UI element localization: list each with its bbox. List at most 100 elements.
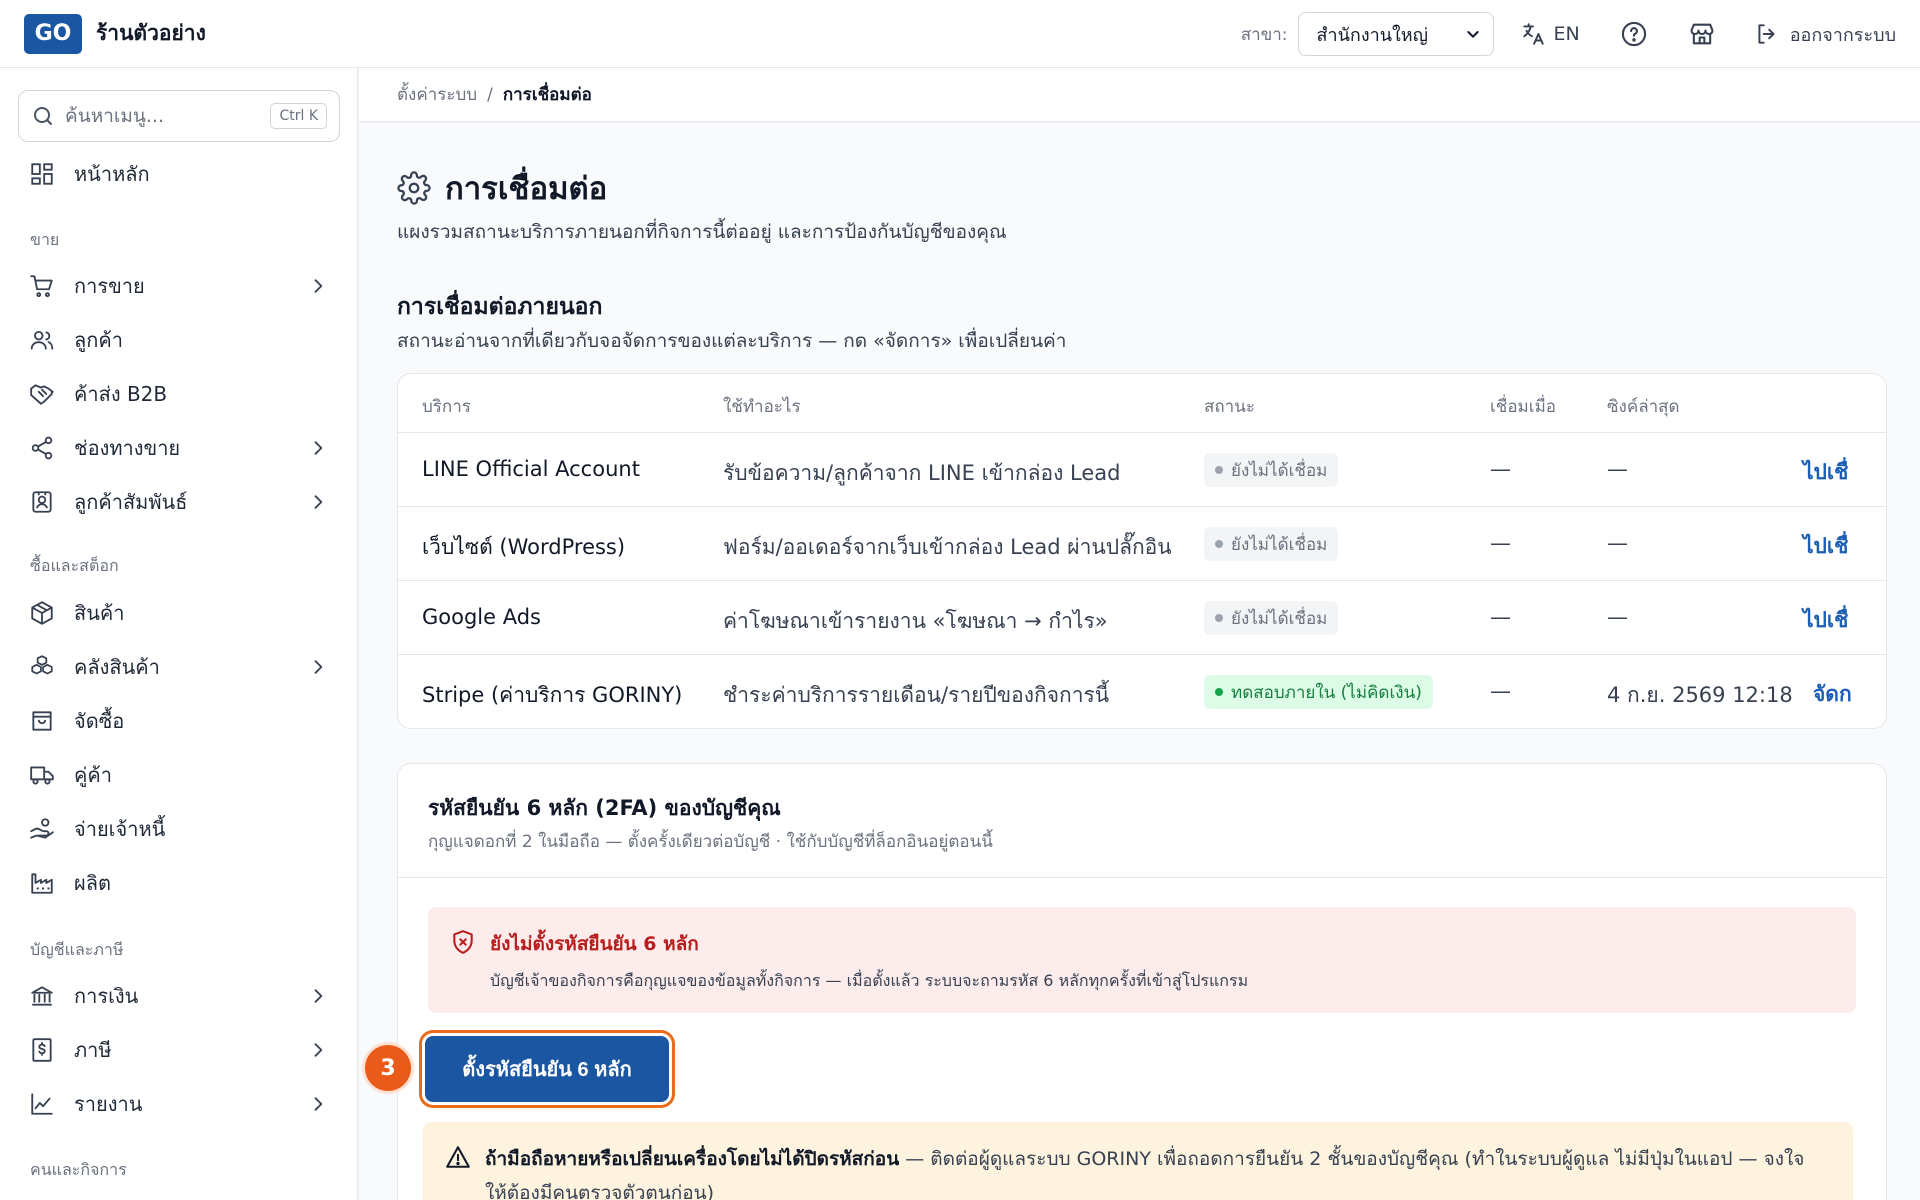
status-badge: ยังไม่ได้เชื่อม (1204, 601, 1339, 635)
truck-icon (28, 761, 56, 789)
status-text: ยังไม่ได้เชื่อม (1231, 534, 1328, 555)
sidebar-item-label: คลังสินค้า (74, 655, 160, 679)
table-row: Stripe (ค่าบริการ GORINY) ชำระค่าบริการร… (398, 655, 1886, 728)
status-text: ทดสอบภายใน (ไม่คิดเงิน) (1231, 682, 1422, 703)
last-synced: — (1607, 605, 1628, 629)
step-marker: 3 (365, 1045, 411, 1091)
sidebar-item-vendors[interactable]: คู่ค้า (28, 755, 328, 795)
sidebar-item-label: ลูกค้าสัมพันธ์ (74, 490, 188, 514)
branch-select[interactable]: สำนักงานใหญ่ (1297, 12, 1494, 56)
share-icon (28, 434, 56, 462)
divider (398, 877, 1886, 878)
sidebar-section-purchasing: ซื้อและสต็อก (30, 556, 119, 575)
lost-device-alert: ถ้ามือถือหายหรือเปลี่ยนเครื่องโดยไม่ได้ป… (423, 1122, 1853, 1200)
status-text: ยังไม่ได้เชื่อม (1231, 460, 1328, 481)
cart-icon (28, 272, 56, 300)
status-dot (1215, 466, 1223, 474)
gear-icon (397, 171, 431, 205)
alert-emphasis: ถ้ามือถือหายหรือเปลี่ยนเครื่องโดยไม่ได้ป… (485, 1148, 900, 1170)
translate-icon (1522, 23, 1544, 45)
sidebar-item-products[interactable]: สินค้า (28, 593, 328, 633)
sidebar-section-people: คนและกิจการ (30, 1160, 127, 1179)
top-right-controls: สาขา: สำนักงานใหญ่ EN ออกจากระบบ (1241, 0, 1896, 68)
contact-card-icon (28, 488, 56, 516)
language-label: EN (1553, 23, 1580, 45)
column-header: ซิงค์ล่าสุด (1607, 397, 1680, 417)
connect-link[interactable]: ไปเชื่ (1803, 456, 1848, 489)
connected-at: — (1490, 605, 1511, 629)
store-button[interactable] (1688, 20, 1716, 48)
sidebar-item-reports[interactable]: รายงาน (28, 1084, 328, 1124)
top-bar: GO ร้านตัวอย่าง สาขา: สำนักงานใหญ่ EN ออ… (0, 0, 1920, 68)
status-badge: ยังไม่ได้เชื่อม (1204, 453, 1339, 487)
status-badge: ทดสอบภายใน (ไม่คิดเงิน) (1204, 675, 1433, 709)
sidebar-item-label: ลูกค้า (74, 328, 123, 352)
sidebar-item-finance[interactable]: การเงิน (28, 976, 328, 1016)
sidebar-item-customers[interactable]: ลูกค้า (28, 320, 328, 360)
integrations-table: บริการ ใช้ทำอะไร สถานะ เชื่อมเมื่อ ซิงค์… (397, 373, 1887, 729)
hand-coins-icon (28, 815, 56, 843)
sidebar-item-crm[interactable]: ลูกค้าสัมพันธ์ (28, 482, 328, 522)
sidebar-item-label: รายงาน (74, 1092, 143, 1116)
breadcrumb-current: การเชื่อมต่อ (502, 85, 592, 105)
service-name: Stripe (ค่าบริการ GORINY) (422, 683, 683, 707)
sidebar-item-inventory[interactable]: คลังสินค้า (28, 647, 328, 687)
sidebar-section-sales: ขาย (30, 230, 60, 249)
manage-link[interactable]: จัดก (1813, 678, 1852, 711)
alert-body: บัญชีเจ้าของกิจการคือกุญแจของข้อมูลทั้งก… (490, 971, 1249, 990)
box-icon (28, 599, 56, 627)
sidebar-item-b2b[interactable]: ค้าส่ง B2B (28, 374, 328, 414)
page-subtitle: แผงรวมสถานะบริการภายนอกที่กิจการนี้ต่ออย… (397, 221, 1007, 243)
sidebar-item-sales[interactable]: การขาย (28, 266, 328, 306)
last-synced: — (1607, 457, 1628, 481)
table-row: Google Ads ค่าโฆษณาเข้ารายงาน «โฆษณา → ก… (398, 581, 1886, 655)
sidebar-item-payables[interactable]: จ่ายเจ้าหนี้ (28, 809, 328, 849)
sidebar-item-home[interactable]: หน้าหลัก (28, 154, 328, 194)
sidebar-item-tax[interactable]: ภาษี (28, 1030, 328, 1070)
setup-2fa-button[interactable]: ตั้งรหัสยืนยัน 6 หลัก (425, 1036, 669, 1102)
shop-name: ร้านตัวอย่าง (96, 21, 206, 45)
chevron-right-icon (314, 279, 323, 293)
chevron-right-icon (314, 1043, 323, 1057)
language-toggle[interactable]: EN (1520, 21, 1580, 47)
service-purpose: ชำระค่าบริการรายเดือน/รายปีของกิจการนี้ (723, 683, 1110, 707)
service-name: LINE Official Account (422, 457, 640, 481)
table-row: LINE Official Account รับข้อความ/ลูกค้าจ… (398, 433, 1886, 507)
shield-x-icon (453, 930, 473, 954)
store-icon (1690, 23, 1714, 45)
help-button[interactable] (1620, 20, 1648, 48)
breadcrumb-parent[interactable]: ตั้งค่าระบบ (397, 81, 477, 108)
boxes-icon (28, 653, 56, 681)
twofa-warning-alert: ยังไม่ตั้งรหัสยืนยัน 6 หลัก บัญชีเจ้าของ… (428, 907, 1856, 1013)
sidebar-item-label: การขาย (74, 274, 145, 298)
chevron-down-icon (1466, 31, 1479, 38)
logout-button[interactable]: ออกจากระบบ (1754, 20, 1896, 49)
sidebar-item-label: ค้าส่ง B2B (74, 382, 168, 406)
page-title: การเชื่อมต่อ (397, 163, 607, 213)
column-header: เชื่อมเมื่อ (1490, 397, 1556, 417)
connect-link[interactable]: ไปเชื่ (1803, 530, 1848, 563)
column-header: สถานะ (1204, 397, 1255, 417)
sidebar: ค้นหาเมนู... Ctrl K หน้าหลัก ขาย การขาย … (0, 68, 358, 1200)
logout-label: ออกจากระบบ (1789, 24, 1896, 46)
sidebar-item-purchasing[interactable]: จัดซื้อ (28, 701, 328, 741)
sidebar-item-label: ผลิต (74, 871, 111, 895)
app-logo[interactable]: GO (24, 13, 82, 54)
connected-at: — (1490, 531, 1511, 555)
service-name: Google Ads (422, 605, 541, 629)
table-row: เว็บไซต์ (WordPress) ฟอร์ม/ออเดอร์จากเว็… (398, 507, 1886, 581)
alert-text: ถ้ามือถือหายหรือเปลี่ยนเครื่องโดยไม่ได้ป… (485, 1142, 1825, 1200)
menu-search[interactable]: ค้นหาเมนู... Ctrl K (18, 90, 340, 142)
sidebar-item-label: จ่ายเจ้าหนี้ (74, 817, 166, 841)
search-input[interactable]: ค้นหาเมนู... (65, 101, 270, 131)
sidebar-item-label: การเงิน (74, 984, 139, 1008)
sidebar-item-manufacturing[interactable]: ผลิต (28, 863, 328, 903)
sidebar-item-channels[interactable]: ช่องทางขาย (28, 428, 328, 468)
sidebar-item-label: จัดซื้อ (74, 709, 125, 733)
connect-link[interactable]: ไปเชื่ (1803, 604, 1848, 637)
grid-icon (28, 160, 56, 188)
table-header: บริการ ใช้ทำอะไร สถานะ เชื่อมเมื่อ ซิงค์… (398, 374, 1886, 433)
chart-line-icon (28, 1090, 56, 1118)
help-circle-icon (1621, 21, 1646, 47)
chevron-right-icon (314, 989, 323, 1003)
